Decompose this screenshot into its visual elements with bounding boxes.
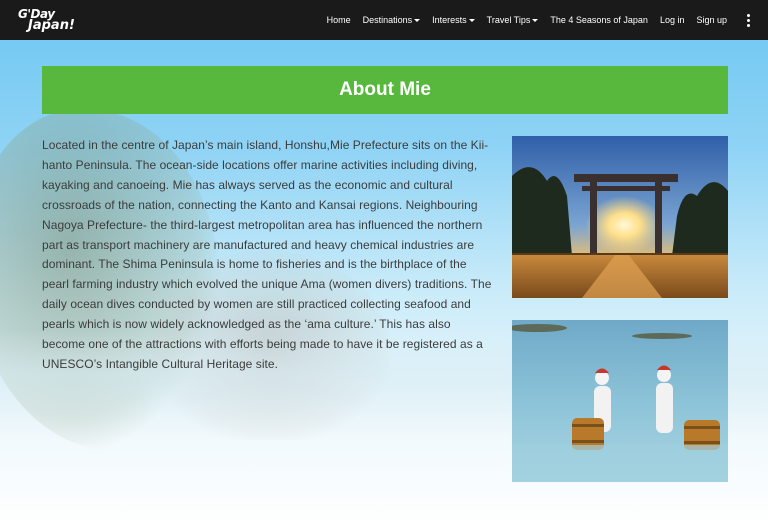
nav-travel-tips-label: Travel Tips (486, 15, 531, 25)
caret-down-icon (468, 18, 475, 22)
nav-four-seasons[interactable]: The 4 Seasons of Japan (544, 15, 654, 25)
ama-divers-photo (512, 320, 728, 482)
kebab-dot (747, 23, 750, 27)
kebab-dot (747, 13, 750, 17)
kebab-dot (747, 18, 750, 22)
page-heading: About Mie (42, 66, 728, 114)
nav-four-seasons-label: The 4 Seasons of Japan (550, 15, 648, 25)
kebab-menu-icon[interactable] (743, 12, 754, 29)
caret-down-icon (532, 18, 539, 22)
nav-login-label: Log in (659, 15, 685, 25)
about-paragraph: Located in the centre of Japan’s main is… (42, 138, 492, 371)
nav-destinations-label: Destinations (362, 15, 413, 25)
main-nav: Home Destinations Interests Travel Tips … (321, 12, 754, 29)
nav-signup[interactable]: Sign up (690, 15, 733, 25)
caret-down-icon (414, 18, 421, 22)
logo-line-2: Japan! (28, 18, 75, 33)
nav-login[interactable]: Log in (654, 15, 691, 25)
nav-home[interactable]: Home (321, 15, 357, 25)
nav-signup-label: Sign up (696, 15, 727, 25)
torii-gate-photo (512, 136, 728, 298)
nav-interests-label: Interests (432, 15, 467, 25)
navbar: G'Day Japan! Home Destinations Interests… (0, 0, 768, 40)
nav-interests[interactable]: Interests (426, 15, 481, 25)
site-logo[interactable]: G'Day Japan! (18, 8, 75, 32)
nav-destinations[interactable]: Destinations (357, 15, 427, 25)
nav-travel-tips[interactable]: Travel Tips (481, 15, 545, 25)
nav-home-label: Home (326, 15, 351, 25)
